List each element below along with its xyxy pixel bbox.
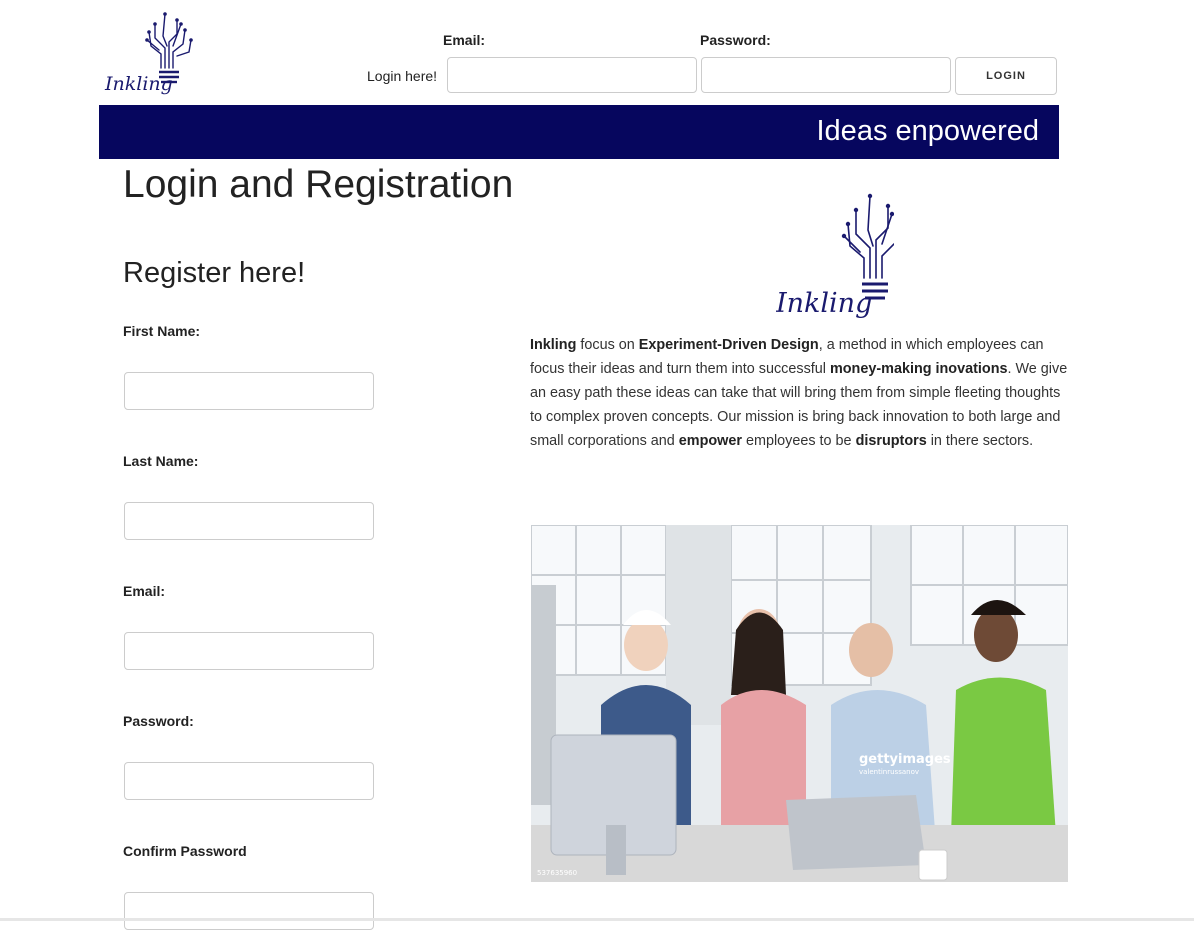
banner-tagline: Ideas enpowered <box>816 115 1040 147</box>
header-email-input[interactable] <box>447 57 697 93</box>
about-text: employees to be <box>741 433 856 449</box>
last-name-label: Last Name: <box>123 453 199 469</box>
password-input[interactable] <box>124 762 374 800</box>
about-text: Inkling <box>530 337 577 353</box>
photo-code: 537635960 <box>537 869 577 877</box>
confirm-password-label: Confirm Password <box>123 843 247 859</box>
about-text: Experiment-Driven Design <box>638 337 819 353</box>
first-name-input[interactable] <box>124 372 374 410</box>
about-text: in there sectors. <box>926 433 1034 449</box>
about-paragraph: Inkling focus on Experiment-Driven Desig… <box>530 333 1075 453</box>
photo-watermark: gettyimages <box>859 752 951 767</box>
page-title: Login and Registration <box>123 163 514 206</box>
login-here-text: Login here! <box>367 68 438 84</box>
confirm-password-input[interactable] <box>124 892 374 930</box>
inkling-logo[interactable]: Inkling <box>103 6 195 98</box>
about-text: focus on <box>576 337 639 353</box>
about-text: money-making inovations <box>829 361 1008 377</box>
header-password-label: Password: <box>700 32 771 48</box>
inkling-content-logo: Inkling <box>776 193 894 319</box>
email-input[interactable] <box>124 632 374 670</box>
login-button[interactable]: LOGIN <box>955 57 1057 95</box>
last-name-input[interactable] <box>124 502 374 540</box>
header-password-input[interactable] <box>701 57 951 93</box>
header-email-label: Email: <box>443 32 486 48</box>
content-logo-wordmark: Inkling <box>776 288 872 319</box>
tagline-banner: Ideas enpowered <box>99 105 1059 159</box>
about-text: empower <box>678 433 742 449</box>
office-team-photo: gettyimages valentinrussanov 537635960 <box>531 525 1068 882</box>
about-text: disruptors <box>855 433 927 449</box>
email-label: Email: <box>123 583 166 599</box>
register-title: Register here! <box>123 257 306 289</box>
password-label: Password: <box>123 713 194 729</box>
logo-wordmark: Inkling <box>104 73 173 95</box>
first-name-label: First Name: <box>123 323 201 339</box>
photo-watermark-credit: valentinrussanov <box>859 768 919 776</box>
